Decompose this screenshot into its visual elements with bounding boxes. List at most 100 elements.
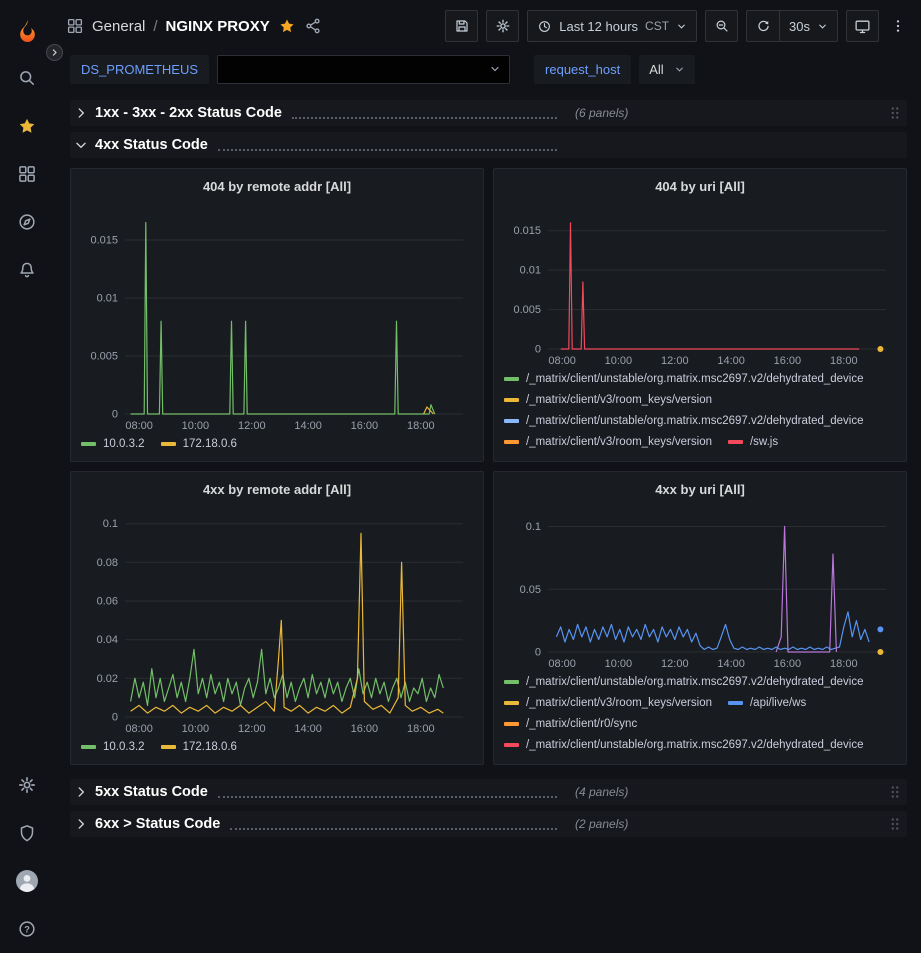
svg-text:18:00: 18:00 <box>830 658 858 670</box>
sidebar-item-search[interactable] <box>0 54 54 102</box>
row-panel-count: (6 panels) <box>575 106 628 120</box>
refresh-interval-picker[interactable]: 30s <box>779 10 838 42</box>
legend-item[interactable]: 10.0.3.2 <box>81 433 145 454</box>
legend-swatch <box>504 419 519 423</box>
tv-mode-button[interactable] <box>846 10 879 42</box>
help-icon: ? <box>17 919 37 939</box>
timezone-badge: CST <box>645 19 669 33</box>
dashboard-title[interactable]: NGINX PROXY <box>166 18 270 35</box>
legend-swatch <box>504 743 519 747</box>
time-range-label: Last 12 hours <box>559 19 638 34</box>
sidebar-expand-button[interactable] <box>46 44 63 61</box>
panel-title[interactable]: 4xx by uri [All] <box>502 474 898 504</box>
row-drag-handle[interactable] <box>889 105 903 121</box>
svg-text:14:00: 14:00 <box>294 420 322 432</box>
chevron-down-icon <box>817 21 828 32</box>
chart-svg: 00.0050.010.01508:0010:0012:0014:0016:00… <box>79 201 475 432</box>
row-6xx[interactable]: 6xx > Status Code (2 panels) <box>70 811 907 837</box>
chevron-right-icon <box>50 48 59 57</box>
breadcrumb-folder[interactable]: General <box>92 18 145 35</box>
chart-svg: 00.0050.010.01508:0010:0012:0014:0016:00… <box>502 201 898 367</box>
drag-dots-icon <box>889 816 901 832</box>
chevron-right-icon[interactable] <box>74 817 88 831</box>
chevron-right-icon[interactable] <box>74 106 88 120</box>
timeseries-chart[interactable]: 00.050.108:0010:0012:0014:0016:0018:00 <box>502 504 898 670</box>
legend-swatch <box>81 745 96 749</box>
legend-label: /_matrix/client/unstable/org.matrix.msc2… <box>526 739 864 751</box>
legend-item[interactable]: 172.18.0.6 <box>161 736 237 757</box>
sidebar-item-server-admin[interactable] <box>0 809 54 857</box>
row-drag-handle[interactable] <box>889 784 903 800</box>
favorite-star-icon[interactable] <box>278 17 296 35</box>
row-title[interactable]: 1xx - 3xx - 2xx Status Code <box>95 105 282 121</box>
panel-legend: 10.0.3.2 172.18.0.6 <box>79 735 475 758</box>
svg-text:14:00: 14:00 <box>717 658 745 670</box>
search-icon <box>17 68 37 88</box>
legend-item[interactable]: /_matrix/client/unstable/org.matrix.msc2… <box>504 410 864 431</box>
row-dotted-leader <box>218 140 557 151</box>
timeseries-chart[interactable]: 00.0050.010.01508:0010:0012:0014:0016:00… <box>502 201 898 367</box>
legend-item[interactable]: /api/live/ws <box>728 692 806 713</box>
grafana-logo[interactable] <box>14 8 41 54</box>
panel-title[interactable]: 404 by remote addr [All] <box>79 171 475 201</box>
timeseries-chart[interactable]: 00.020.040.060.080.108:0010:0012:0014:00… <box>79 504 475 735</box>
legend-item[interactable]: /_matrix/client/unstable/org.matrix.msc2… <box>504 734 864 755</box>
save-dashboard-button[interactable] <box>445 10 478 42</box>
legend-item[interactable]: /_matrix/client/v3/room_keys/version <box>504 389 712 410</box>
gear-icon <box>495 18 511 34</box>
legend-item[interactable]: 10.0.3.2 <box>81 736 145 757</box>
svg-text:14:00: 14:00 <box>294 723 322 735</box>
sidebar-item-configuration[interactable] <box>0 761 54 809</box>
panel-title[interactable]: 4xx by remote addr [All] <box>79 474 475 504</box>
row-drag-handle[interactable] <box>889 816 903 832</box>
row-4xx[interactable]: 4xx Status Code <box>70 132 907 158</box>
refresh-interval-label: 30s <box>789 19 810 34</box>
variable-label-datasource[interactable]: DS_PROMETHEUS <box>70 55 209 84</box>
legend-item[interactable]: 172.18.0.6 <box>161 433 237 454</box>
sidebar-item-starred[interactable] <box>0 102 54 150</box>
share-icon[interactable] <box>304 17 322 35</box>
dashboard-settings-button[interactable] <box>486 10 519 42</box>
row-dotted-leader <box>230 819 557 830</box>
svg-text:0.015: 0.015 <box>90 235 118 247</box>
legend-item[interactable]: /sw.js <box>728 431 778 452</box>
chart-svg: 00.020.040.060.080.108:0010:0012:0014:00… <box>79 504 475 735</box>
svg-text:0.08: 0.08 <box>97 557 118 569</box>
row-title[interactable]: 4xx Status Code <box>95 137 208 153</box>
zoom-out-button[interactable] <box>705 10 738 42</box>
row-1xx-3xx-2xx[interactable]: 1xx - 3xx - 2xx Status Code (6 panels) <box>70 100 907 126</box>
legend-label: /_matrix/client/v3/room_keys/version <box>526 394 712 406</box>
sidebar-item-explore[interactable] <box>0 198 54 246</box>
legend-swatch <box>728 701 743 705</box>
chevron-down-icon[interactable] <box>74 138 88 152</box>
sidebar-item-dashboards[interactable] <box>0 150 54 198</box>
sidebar-item-help[interactable]: ? <box>0 905 54 953</box>
variable-label-request-host[interactable]: request_host <box>534 55 631 84</box>
legend-item[interactable]: /_matrix/client/v3/room_keys/version <box>504 431 712 452</box>
sidebar-item-profile[interactable] <box>0 857 54 905</box>
timeseries-chart[interactable]: 00.0050.010.01508:0010:0012:0014:0016:00… <box>79 201 475 432</box>
row-title[interactable]: 5xx Status Code <box>95 784 208 800</box>
panel-title[interactable]: 404 by uri [All] <box>502 171 898 201</box>
legend-item[interactable]: /_matrix/client/unstable/org.matrix.msc2… <box>504 368 864 389</box>
row-5xx[interactable]: 5xx Status Code (4 panels) <box>70 779 907 805</box>
gear-icon <box>17 775 37 795</box>
variable-value-request-host[interactable]: All <box>639 55 694 84</box>
dashboards-grid-icon <box>17 164 37 184</box>
legend-item[interactable]: /_matrix/client/unstable/org.matrix.msc2… <box>504 671 864 692</box>
refresh-button[interactable] <box>746 10 779 42</box>
zoom-out-icon <box>714 18 730 34</box>
legend-label: 172.18.0.6 <box>183 438 237 450</box>
time-range-picker[interactable]: Last 12 hours CST <box>527 10 697 42</box>
avatar <box>15 869 39 893</box>
more-options-button[interactable] <box>887 18 909 34</box>
variable-value-datasource[interactable] <box>217 55 510 84</box>
sidebar-item-alerting[interactable] <box>0 246 54 294</box>
svg-text:16:00: 16:00 <box>351 420 379 432</box>
legend-item[interactable]: /_matrix/client/v3/room_keys/version <box>504 692 712 713</box>
panels-grid: 404 by remote addr [All] 00.0050.010.015… <box>70 168 907 765</box>
clock-icon <box>537 19 552 34</box>
legend-item[interactable]: /_matrix/client/r0/sync <box>504 713 637 734</box>
chevron-right-icon[interactable] <box>74 785 88 799</box>
row-title[interactable]: 6xx > Status Code <box>95 816 220 832</box>
